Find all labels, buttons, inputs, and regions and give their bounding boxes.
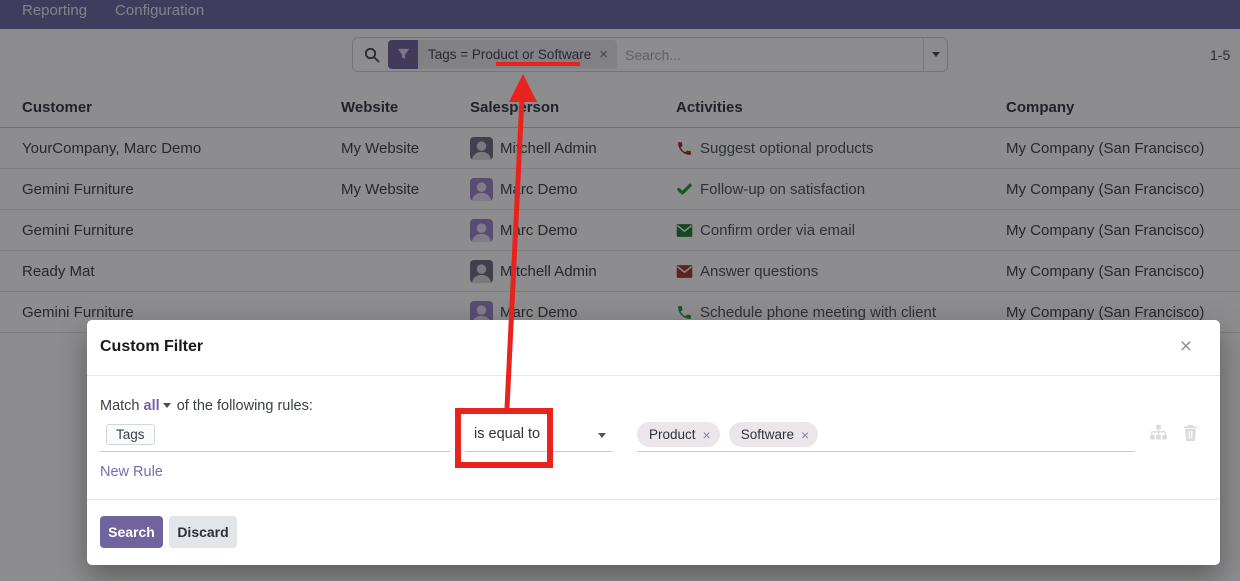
rule-actions	[1149, 424, 1198, 441]
annotation-highlight-box	[455, 408, 553, 468]
match-suffix: of the following rules:	[177, 398, 313, 414]
delete-rule-icon[interactable]	[1183, 424, 1198, 441]
dialog-header: Custom Filter ×	[87, 320, 1220, 376]
new-rule-link[interactable]: New Rule	[100, 464, 163, 480]
annotation-underline	[496, 62, 580, 66]
remove-tag-icon[interactable]: ×	[801, 427, 809, 443]
close-icon[interactable]: ×	[1180, 336, 1192, 357]
match-rule-line: Match all of the following rules:	[100, 398, 313, 414]
match-prefix: Match	[100, 398, 140, 414]
dialog-footer: Search Discard	[87, 499, 1220, 564]
dialog-title: Custom Filter	[100, 338, 203, 356]
rule-field-badge[interactable]: Tags	[106, 424, 155, 445]
dialog-body: Match all of the following rules: Tags i…	[87, 376, 1220, 499]
value-tag-label: Product	[649, 427, 696, 442]
match-all-dropdown[interactable]: all	[144, 398, 160, 414]
value-tag-label: Software	[741, 427, 794, 442]
rule-field-input[interactable]: Tags	[100, 418, 450, 452]
chevron-down-icon	[598, 433, 606, 438]
value-tag-software: Software ×	[729, 422, 818, 447]
discard-button[interactable]: Discard	[169, 516, 237, 548]
custom-filter-dialog: Custom Filter × Match all of the followi…	[87, 320, 1220, 565]
remove-tag-icon[interactable]: ×	[703, 427, 711, 443]
value-tag-product: Product ×	[637, 422, 720, 447]
chevron-down-icon	[163, 403, 171, 408]
search-button[interactable]: Search	[100, 516, 163, 548]
add-branch-icon[interactable]	[1149, 424, 1168, 441]
rule-value-input[interactable]: Product × Software ×	[637, 418, 1135, 452]
